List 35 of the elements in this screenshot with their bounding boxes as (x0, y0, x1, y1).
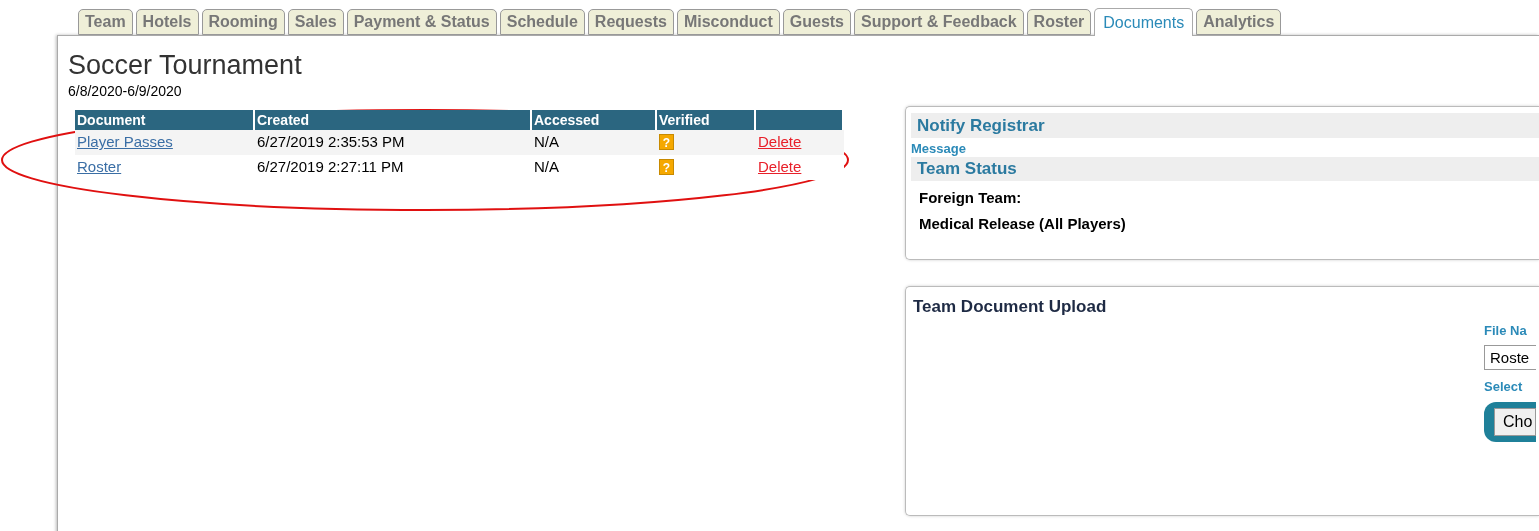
delete-link[interactable]: Delete (758, 158, 802, 176)
tab[interactable]: Support & Feedback (854, 9, 1024, 35)
document-link[interactable]: Roster (77, 158, 122, 176)
tab[interactable]: Hotels (135, 9, 199, 35)
status-item: Medical Release (All Players) (918, 215, 1127, 233)
table-cell-text: 6/27/2019 2:35:53 PM (256, 132, 406, 153)
section-header: Notify Registrar (911, 113, 1539, 138)
file-name-label: File Na (1484, 322, 1527, 340)
event-title: Soccer Tournament (68, 50, 303, 80)
upload-title: Team Document Upload (912, 296, 1108, 318)
tab[interactable]: Misconduct (676, 9, 780, 35)
tab[interactable]: Analytics (1196, 9, 1282, 35)
table-cell-text: N/A (533, 132, 560, 153)
file-name-field[interactable]: Roste (1484, 344, 1536, 370)
tab[interactable]: Rooming (201, 9, 285, 35)
event-dates: 6/8/2020-6/9/2020 (68, 82, 183, 101)
tab[interactable]: Guests (782, 9, 851, 35)
message-label: Message (911, 140, 967, 157)
table-cell-text: 6/27/2019 2:27:11 PM (256, 157, 405, 178)
tab[interactable]: Team (78, 9, 133, 35)
document-link[interactable]: Player Passes (77, 133, 173, 151)
unverified-badge: ? (659, 134, 674, 151)
choose-file-control[interactable]: Cho (1484, 402, 1536, 442)
table-cell-text: N/A (533, 157, 560, 178)
section-header: Team Status (911, 157, 1539, 181)
tab[interactable]: Schedule (499, 9, 585, 35)
unverified-badge: ? (659, 159, 674, 176)
select-file-label: Select (1484, 377, 1523, 396)
status-item: Foreign Team: (918, 189, 1023, 207)
tab[interactable]: Documents (1094, 8, 1194, 36)
tab[interactable]: Roster (1026, 9, 1092, 35)
delete-link[interactable]: Delete (758, 133, 802, 151)
tab[interactable]: Payment & Status (346, 9, 497, 35)
tab[interactable]: Sales (287, 9, 344, 35)
tab[interactable]: Requests (587, 9, 674, 35)
